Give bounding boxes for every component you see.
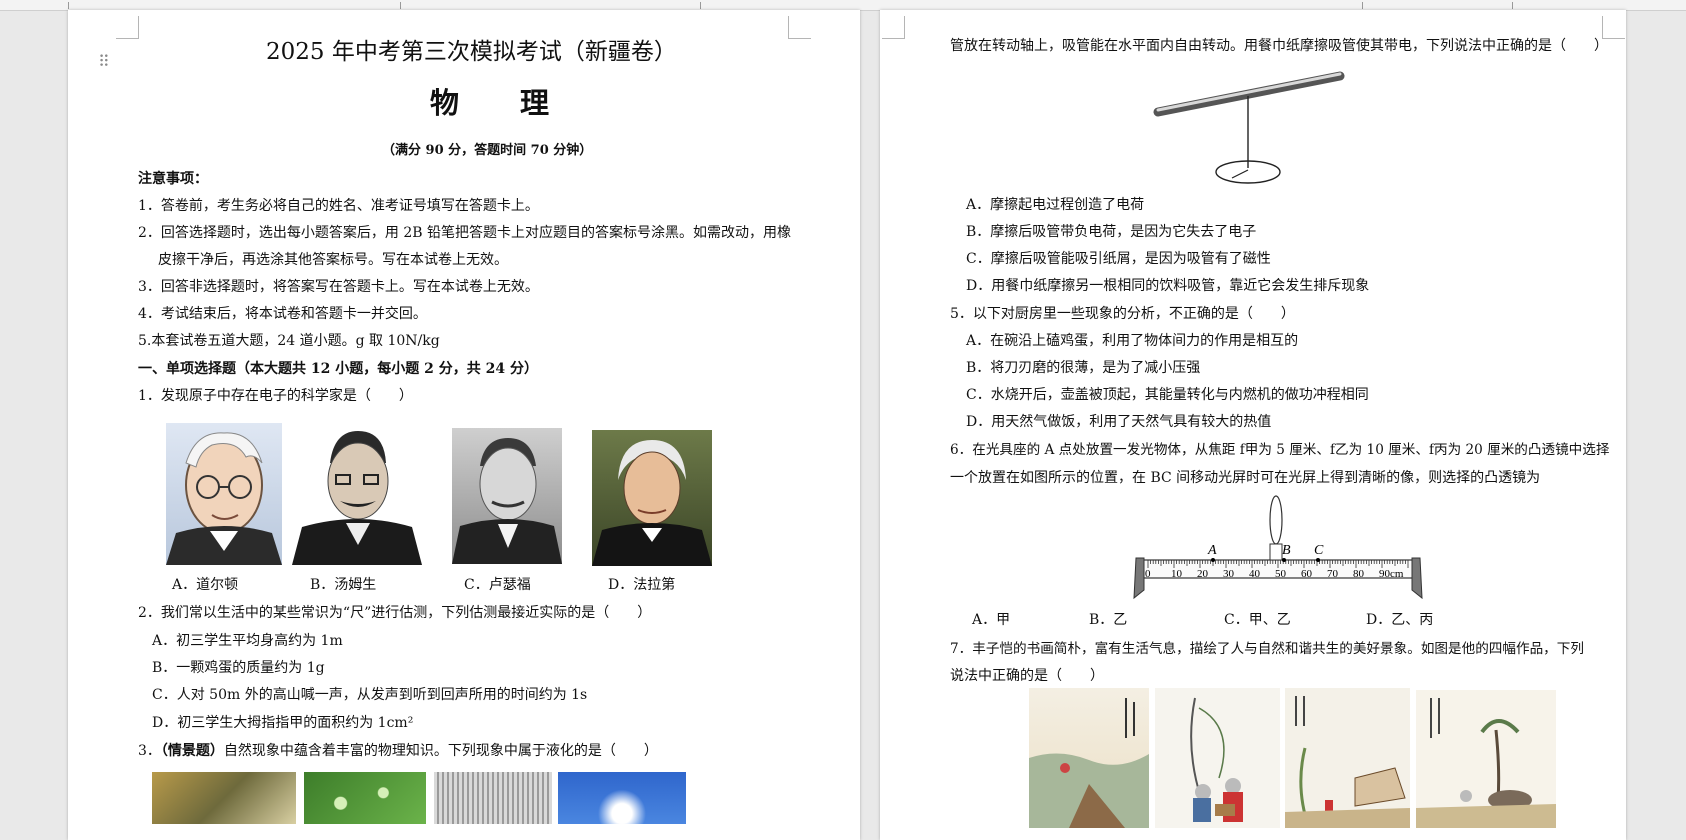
scale-number: 20 — [1197, 568, 1209, 580]
option-label: D．法拉第 — [608, 577, 676, 593]
photo-icicles-image — [434, 772, 552, 824]
portrait-dalton-image — [166, 423, 282, 565]
ruler-tick — [68, 2, 69, 9]
scale-number: 80 — [1353, 568, 1365, 580]
question-stem: 说法中正确的是（ ） — [950, 668, 1104, 684]
drag-handle-icon[interactable]: ⠿ — [98, 52, 110, 71]
bench-label-c: C — [1314, 543, 1324, 558]
portrait-rutherford-image — [452, 428, 562, 564]
option-label: B．将刀刃磨的很薄，是为了减小压强 — [966, 360, 1201, 376]
option-label: B．一颗鸡蛋的质量约为 1g — [152, 660, 325, 676]
question-tag: （情景题） — [160, 743, 224, 759]
painting-3-image — [1285, 688, 1410, 828]
section-heading: 一、单项选择题（本大题共 12 小题，每小题 2 分，共 24 分） — [138, 361, 538, 377]
margin-corner — [1602, 16, 1625, 39]
question-stem: 6．在光具座的 A 点处放置一发光物体，从焦距 f甲为 5 厘米、f乙为 10 … — [950, 442, 1610, 458]
photo-dew-leaf-image — [304, 772, 426, 824]
notice-heading: 注意事项： — [138, 171, 208, 187]
straw-diagram — [1153, 71, 1345, 184]
scale-number: 50 — [1275, 568, 1287, 580]
question-stem: 3．（情景题）自然现象中蕴含着丰富的物理知识。下列现象中属于液化的是（ ） — [138, 742, 658, 760]
option-label: D．用餐巾纸摩擦另一根相同的饮料吸管，靠近它会发生排斥现象 — [966, 278, 1370, 294]
bench-label-a: A — [1207, 543, 1217, 558]
option-label: C．甲、乙 — [1224, 612, 1291, 628]
option-label: B．汤姆生 — [310, 577, 377, 593]
notice-item: 5.本套试卷五道大题，24 道小题。g 取 10N/kg — [138, 333, 440, 349]
notice-item: 4．考试结束后，将本试卷和答题卡一并交回。 — [138, 306, 427, 322]
question-number: 3． — [138, 743, 161, 759]
option-label: A．摩擦起电过程创造了电荷 — [966, 197, 1145, 213]
photo-frost-rock-image — [152, 772, 296, 824]
portrait-faraday-image — [592, 430, 712, 566]
notice-item: 2．回答选择题时，选出每小题答案后，用 2B 铅笔把答题卡上对应题目的答案标号涂… — [138, 225, 792, 241]
question-stem: 管放在转动轴上，吸管能在水平面内自由转动。用餐巾纸摩擦吸管使其带电，下列说法中正… — [950, 38, 1608, 54]
option-label: A．道尔顿 — [172, 577, 239, 593]
scale-number: 10 — [1171, 568, 1183, 580]
document-page-right: 管放在转动轴上，吸管能在水平面内自由转动。用餐巾纸摩擦吸管使其带电，下列说法中正… — [880, 10, 1626, 840]
painting-1-image — [1029, 688, 1149, 828]
portrait-thomson-image — [292, 423, 422, 565]
margin-corner — [882, 16, 905, 39]
full-marks: （满分 90 分，答题时间 70 分钟） — [382, 143, 593, 158]
notice-item: 1．答卷前，考生务必将自己的姓名、准考证号填写在答题卡上。 — [138, 198, 539, 214]
option-label: D．用天然气做饭，利用了天然气具有较大的热值 — [966, 414, 1272, 430]
ruler-tick — [1362, 2, 1363, 9]
option-label: C．摩擦后吸管能吸引纸屑，是因为吸管有了磁性 — [966, 251, 1271, 267]
scale-number: 90cm — [1379, 568, 1404, 580]
question-text: 自然现象中蕴含着丰富的物理知识。下列现象中属于液化的是（ ） — [223, 743, 658, 759]
scale-number: 60 — [1301, 568, 1313, 580]
optical-bench-diagram: A B C 0 10 20 30 40 50 60 70 80 90cm — [1133, 495, 1423, 600]
scale-number: 40 — [1249, 568, 1261, 580]
exam-title: 2025 年中考第三次模拟考试（新疆卷） — [266, 39, 677, 65]
bench-label-b: B — [1282, 543, 1291, 558]
option-label: A．在碗沿上磕鸡蛋，利用了物体间力的作用是相互的 — [966, 333, 1299, 349]
question-stem: 7．丰子恺的书画简朴，富有生活气息，描绘了人与自然和谐共生的美好景象。如图是他的… — [950, 641, 1584, 657]
option-label: A．甲 — [972, 612, 1011, 628]
question-stem: 1．发现原子中存在电子的科学家是（ ） — [138, 388, 413, 404]
photo-rime-image — [558, 772, 686, 824]
option-label: B．摩擦后吸管带负电荷，是因为它失去了电子 — [966, 224, 1257, 240]
option-label: A．初三学生平均身高约为 1m — [152, 633, 343, 649]
subject-title: 物 理 — [430, 86, 566, 120]
document-page-left: 2025 年中考第三次模拟考试（新疆卷） 物 理 （满分 90 分，答题时间 7… — [68, 10, 860, 840]
notice-item: 皮擦干净后，再选涂其他答案标号。写在本试卷上无效。 — [158, 252, 508, 268]
option-label: D．初三学生大拇指指甲的面积约为 1cm² — [152, 715, 414, 731]
option-label: B．乙 — [1089, 612, 1128, 628]
question-stem: 2．我们常以生活中的某些常识为“尺”进行估测，下列估测最接近实际的是（ ） — [138, 605, 652, 621]
margin-corner — [116, 16, 139, 39]
question-stem: 一个放置在如图所示的位置，在 BC 间移动光屏时可在光屏上得到清晰的像，则选择的… — [950, 470, 1541, 486]
notice-item: 3．回答非选择题时，将答案写在答题卡上。写在本试卷上无效。 — [138, 279, 539, 295]
margin-corner — [788, 16, 811, 39]
painting-2-image — [1155, 688, 1280, 828]
option-label: C．水烧开后，壶盖被顶起，其能量转化与内燃机的做功冲程相同 — [966, 387, 1369, 403]
scale-number: 0 — [1145, 568, 1151, 580]
ruler-tick — [700, 2, 701, 9]
ruler-tick — [1512, 2, 1513, 9]
painting-4-image — [1416, 690, 1556, 828]
question-stem: 5．以下对厨房里一些现象的分析，不正确的是（ ） — [950, 306, 1295, 322]
scale-number: 30 — [1223, 568, 1235, 580]
option-label: D．乙、丙 — [1366, 612, 1434, 628]
ruler-tick — [400, 2, 401, 9]
scale-number: 70 — [1327, 568, 1339, 580]
option-label: C．人对 50m 外的高山喊一声，从发声到听到回声所用的时间约为 1s — [152, 687, 588, 703]
option-label: C．卢瑟福 — [464, 577, 531, 593]
